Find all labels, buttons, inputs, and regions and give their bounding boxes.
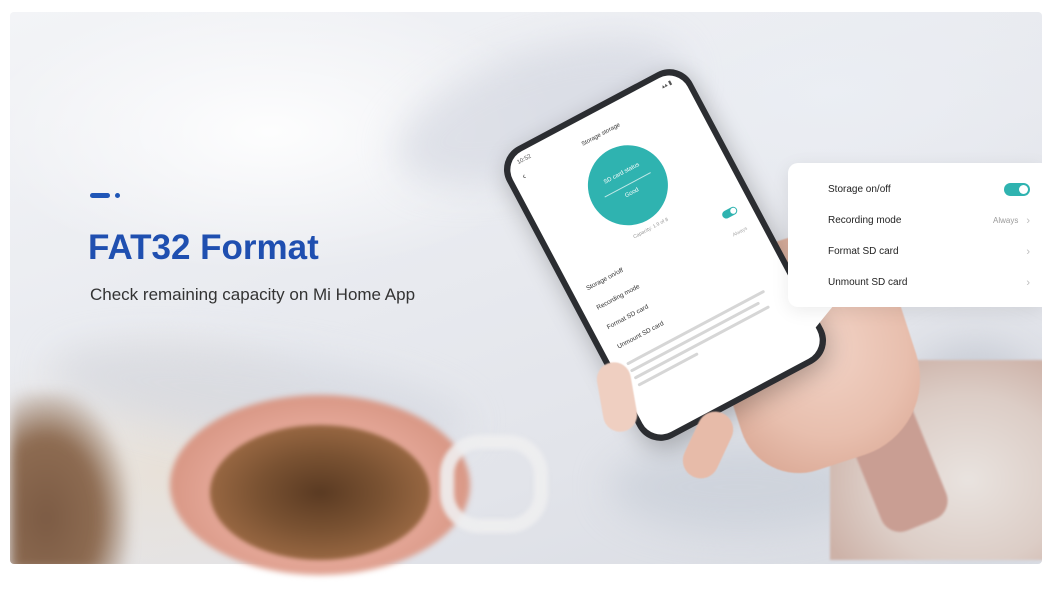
chevron-right-icon: › xyxy=(1026,214,1030,227)
phone-status-time: 10:52 xyxy=(516,153,533,167)
chevron-right-icon: › xyxy=(1026,276,1030,289)
recording-mode-value: Always xyxy=(992,216,1019,225)
setting-unmount-sd[interactable]: Unmount SD card › xyxy=(828,267,1030,298)
accent-dot xyxy=(115,193,120,198)
storage-toggle[interactable] xyxy=(1004,183,1030,196)
setting-label: Storage on/off xyxy=(828,184,891,195)
phone-storage-toggle[interactable] xyxy=(720,205,739,220)
setting-format-sd[interactable]: Format SD card › xyxy=(828,236,1030,267)
setting-label: Recording mode xyxy=(828,215,902,226)
subheadline: Check remaining capacity on Mi Home App xyxy=(90,285,416,304)
setting-label: Format SD card xyxy=(828,246,899,257)
headline: FAT32 Format xyxy=(88,228,319,267)
setting-label: Unmount SD card xyxy=(828,277,908,288)
mug-handle xyxy=(440,435,548,533)
chevron-right-icon: › xyxy=(1026,245,1030,258)
coffee-mug xyxy=(170,395,548,615)
coffee xyxy=(210,425,430,560)
settings-callout-card: Storage on/off Recording mode Always › F… xyxy=(788,163,1042,307)
phone-row-value: Always xyxy=(731,225,749,239)
setting-recording-mode[interactable]: Recording mode Always › xyxy=(828,205,1030,236)
accent-bar xyxy=(90,193,110,198)
phone-signal-icon: ▴▴ ▮ xyxy=(660,79,674,91)
setting-storage-onoff[interactable]: Storage on/off xyxy=(828,174,1030,205)
blurred-person xyxy=(10,392,130,564)
accent-mark xyxy=(90,193,120,198)
